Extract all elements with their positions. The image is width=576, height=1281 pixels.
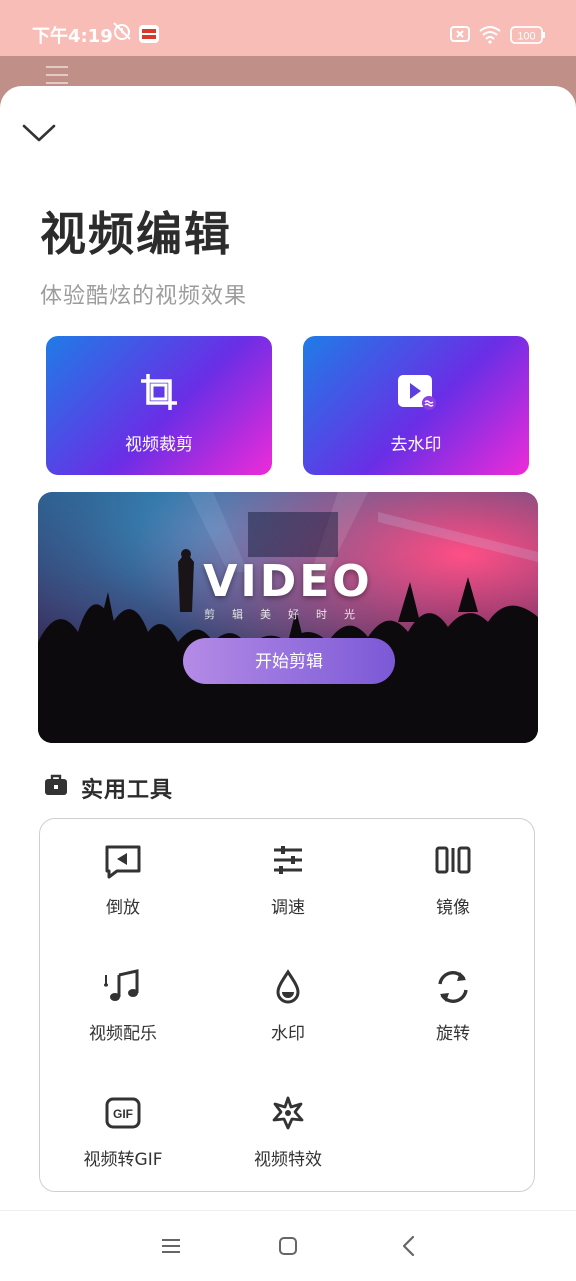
svg-text:GIF: GIF — [113, 1107, 133, 1121]
news-app-icon — [138, 24, 160, 48]
tools-section-title: 实用工具 — [81, 778, 174, 803]
tool-mirror[interactable]: 镜像 — [370, 819, 536, 929]
tool-label: 水印 — [271, 1024, 305, 1044]
tool-label: 视频特效 — [254, 1150, 322, 1170]
battery-icon: 100 — [510, 26, 546, 48]
video-crop-card[interactable]: 视频裁剪 — [46, 336, 272, 475]
gif-icon: GIF — [103, 1093, 143, 1133]
tool-label: 旋转 — [436, 1024, 470, 1044]
remove-watermark-label: 去水印 — [390, 435, 442, 455]
start-editing-button[interactable]: 开始剪辑 — [183, 638, 395, 684]
tool-label: 镜像 — [436, 898, 470, 918]
tool-reverse[interactable]: 倒放 — [40, 819, 206, 929]
status-time: 下午4:19 — [32, 26, 113, 47]
tool-rotate[interactable]: 旋转 — [370, 945, 536, 1055]
tool-music[interactable]: 视频配乐 — [40, 945, 206, 1055]
banner-subtitle: 剪辑美好时光 — [204, 608, 372, 621]
toolbox-icon — [44, 774, 68, 796]
tools-grid: 倒放 调速 镜像 视频配乐 水印 旋转 GIF 视频转GIF 视频特效 — [39, 818, 535, 1192]
tool-label: 倒放 — [106, 898, 140, 918]
tool-label: 视频配乐 — [89, 1024, 157, 1044]
sim-off-icon — [450, 25, 470, 47]
remove-watermark-icon — [396, 372, 436, 412]
page-title: 视频编辑 — [40, 207, 232, 261]
reverse-play-icon — [103, 841, 143, 881]
chevron-down-icon — [22, 124, 56, 142]
page-subtitle: 体验酷炫的视频效果 — [40, 284, 248, 309]
tool-label: 调速 — [271, 898, 305, 918]
system-nav-bar — [0, 1210, 576, 1281]
tool-gif[interactable]: GIF 视频转GIF — [40, 1071, 206, 1181]
sparkle-effect-icon — [268, 1093, 308, 1133]
remove-watermark-card[interactable]: 去水印 — [303, 336, 529, 475]
battery-level: 100 — [517, 31, 535, 43]
tool-label: 视频转GIF — [83, 1150, 163, 1170]
video-banner[interactable]: VIDEO 剪辑美好时光 开始剪辑 — [38, 492, 538, 743]
wifi-icon — [478, 24, 502, 48]
banner-title: VIDEO — [203, 556, 373, 607]
status-bar: 下午4:19 100 — [0, 0, 576, 56]
tool-effects[interactable]: 视频特效 — [205, 1071, 371, 1181]
rotate-icon — [433, 967, 473, 1007]
home-icon[interactable] — [275, 1233, 301, 1259]
water-drop-icon — [268, 967, 308, 1007]
collapse-button[interactable] — [20, 116, 60, 148]
tool-speed[interactable]: 调速 — [205, 819, 371, 929]
menu-icon[interactable] — [158, 1233, 184, 1259]
video-edit-sheet: 视频编辑 体验酷炫的视频效果 视频裁剪 去水印 VIDEO 剪辑美好时光 开始剪… — [0, 86, 576, 1281]
crop-icon — [139, 372, 179, 412]
back-icon[interactable] — [396, 1233, 422, 1259]
mirror-icon — [433, 841, 473, 881]
video-crop-label: 视频裁剪 — [125, 435, 193, 455]
alarm-off-icon — [112, 21, 132, 45]
tool-watermark[interactable]: 水印 — [205, 945, 371, 1055]
speed-sliders-icon — [268, 841, 308, 881]
music-note-icon — [103, 967, 143, 1007]
